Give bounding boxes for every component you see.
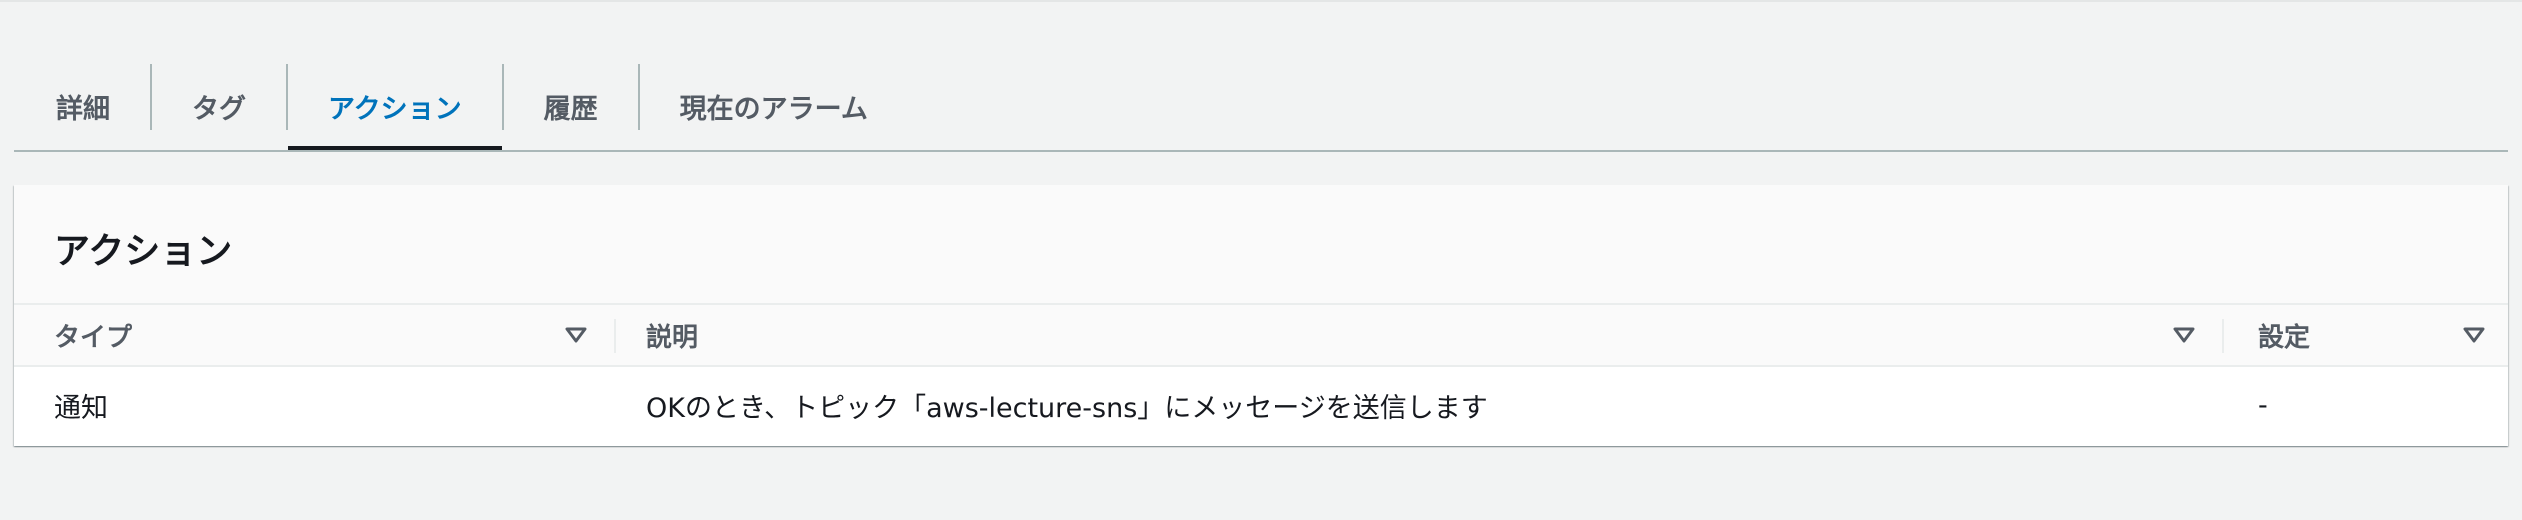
sort-caret-icon[interactable]	[562, 321, 590, 349]
tab-details[interactable]: 詳細	[14, 62, 150, 150]
tab-history[interactable]: 履歴	[504, 62, 638, 150]
table-header: タイプ 説明 設定	[14, 305, 2508, 367]
tabs-border	[14, 150, 2508, 152]
column-header-settings[interactable]: 設定	[2258, 305, 2310, 365]
column-header-type[interactable]: タイプ	[54, 305, 132, 365]
column-header-description[interactable]: 説明	[646, 305, 698, 365]
cell-type: 通知	[54, 393, 108, 424]
column-divider[interactable]	[614, 319, 616, 353]
tab-tags[interactable]: タグ	[152, 62, 286, 150]
tab-bar: 詳細 タグ アクション 履歴 現在のアラーム	[14, 62, 2508, 150]
column-header-description-label: 説明	[646, 322, 699, 353]
tab-actions[interactable]: アクション	[288, 62, 502, 150]
top-divider	[0, 0, 2522, 2]
actions-panel: アクション タイプ 説明 設定 通知 OKのとき、トピック「aws-lectur…	[14, 185, 2508, 446]
column-divider[interactable]	[2222, 319, 2224, 353]
panel-title: アクション	[54, 231, 233, 272]
sort-caret-icon[interactable]	[2460, 321, 2488, 349]
table-row: 通知 OKのとき、トピック「aws-lecture-sns」にメッセージを送信し…	[14, 367, 2508, 444]
sort-caret-icon[interactable]	[2170, 321, 2198, 349]
column-header-settings-label: 設定	[2258, 322, 2311, 353]
column-header-type-label: タイプ	[54, 322, 133, 353]
tab-current-alarms[interactable]: 現在のアラーム	[640, 62, 908, 150]
cell-description: OKのとき、トピック「aws-lecture-sns」にメッセージを送信します	[646, 393, 1488, 424]
cell-settings: -	[2258, 390, 2268, 421]
panel-header: アクション	[14, 185, 2508, 305]
